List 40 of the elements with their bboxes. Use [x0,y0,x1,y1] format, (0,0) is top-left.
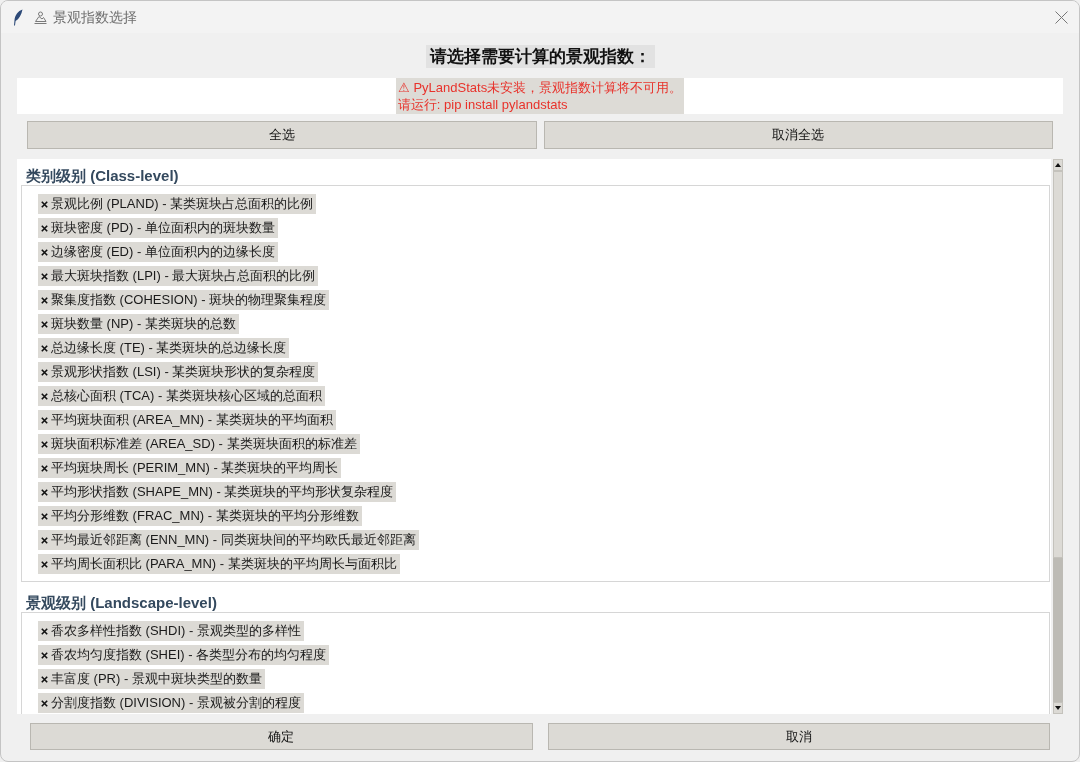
checkbox-option[interactable]: 丰富度 (PR) - 景观中斑块类型的数量 [38,669,265,689]
checkbox-option[interactable]: 平均斑块面积 (AREA_MN) - 某类斑块的平均面积 [38,410,336,430]
section-title: 类别级别 (Class-level) [26,167,179,184]
checkbox-option[interactable]: 边缘密度 (ED) - 单位面积内的边缘长度 [38,242,278,262]
checkbox-option[interactable]: 平均周长面积比 (PARA_MN) - 某类斑块的平均周长与面积比 [38,554,400,574]
checkbox-option[interactable]: 斑块密度 (PD) - 单位面积内的斑块数量 [38,218,278,238]
close-icon [1054,10,1068,24]
scroll-up-button[interactable] [1053,159,1063,171]
triangle-down-icon [1055,706,1061,710]
dialog-heading: 请选择需要计算的景观指数： [425,45,655,68]
checkbox-option[interactable]: 斑块面积标准差 (AREA_SD) - 某类斑块面积的标准差 [38,434,360,454]
checkbox-option[interactable]: 总核心面积 (TCA) - 某类斑块核心区域的总面积 [38,386,325,406]
action-button[interactable]: 取消 [547,723,1050,750]
section-title: 景观级别 (Landscape-level) [26,594,217,611]
checkbox-option[interactable]: 总边缘长度 (TE) - 某类斑块的总边缘长度 [38,338,290,358]
checkbox-option[interactable]: 香农均匀度指数 (SHEI) - 各类型分布的均匀程度 [38,645,330,665]
checkbox-option[interactable]: 平均分形维数 (FRAC_MN) - 某类斑块的平均分形维数 [38,506,362,526]
close-button[interactable] [1054,10,1068,24]
scroll-down-button[interactable] [1053,702,1063,714]
window-title: 景观指数选择 [53,7,137,27]
action-button[interactable]: 确定 [30,723,533,750]
checkbox-option[interactable]: 景观形状指数 (LSI) - 某类斑块形状的复杂程度 [38,362,319,382]
scrollbar-thumb[interactable] [1053,171,1063,558]
checkbox-option[interactable]: 斑块数量 (NP) - 某类斑块的总数 [38,314,239,334]
checkbox-option[interactable]: 分割度指数 (DIVISION) - 景观被分割的程度 [38,693,304,713]
scrollbar[interactable] [1053,159,1063,714]
triangle-up-icon [1055,163,1061,167]
checkbox-option[interactable]: 景观比例 (PLAND) - 某类斑块占总面积的比例 [38,194,317,214]
checkbox-option[interactable]: 平均最近邻距离 (ENN_MN) - 同类斑块间的平均欧氏最近邻距离 [38,530,419,550]
warning-text: 请运行: pip install pylandstats [397,96,568,113]
checkbox-option[interactable]: 最大斑块指数 (LPI) - 最大斑块占总面积的比例 [38,266,319,286]
checkbox-option[interactable]: 平均形状指数 (SHAPE_MN) - 某类斑块的平均形状复杂程度 [38,482,397,502]
checkbox-option[interactable]: 香农多样性指数 (SHDI) - 景观类型的多样性 [38,621,304,641]
action-button[interactable]: 取消全选 [543,121,1053,149]
checkbox-option[interactable]: 聚集度指数 (COHESION) - 斑块的物理聚集程度 [38,290,330,310]
action-button[interactable]: 全选 [27,121,537,149]
warning-text: ⚠ PyLandStats未安装，景观指数计算将不可用。 [397,79,683,96]
feather-icon [13,8,23,26]
mountain-icon [34,10,47,24]
checkbox-option[interactable]: 平均斑块周长 (PERIM_MN) - 某类斑块的平均周长 [38,458,342,478]
